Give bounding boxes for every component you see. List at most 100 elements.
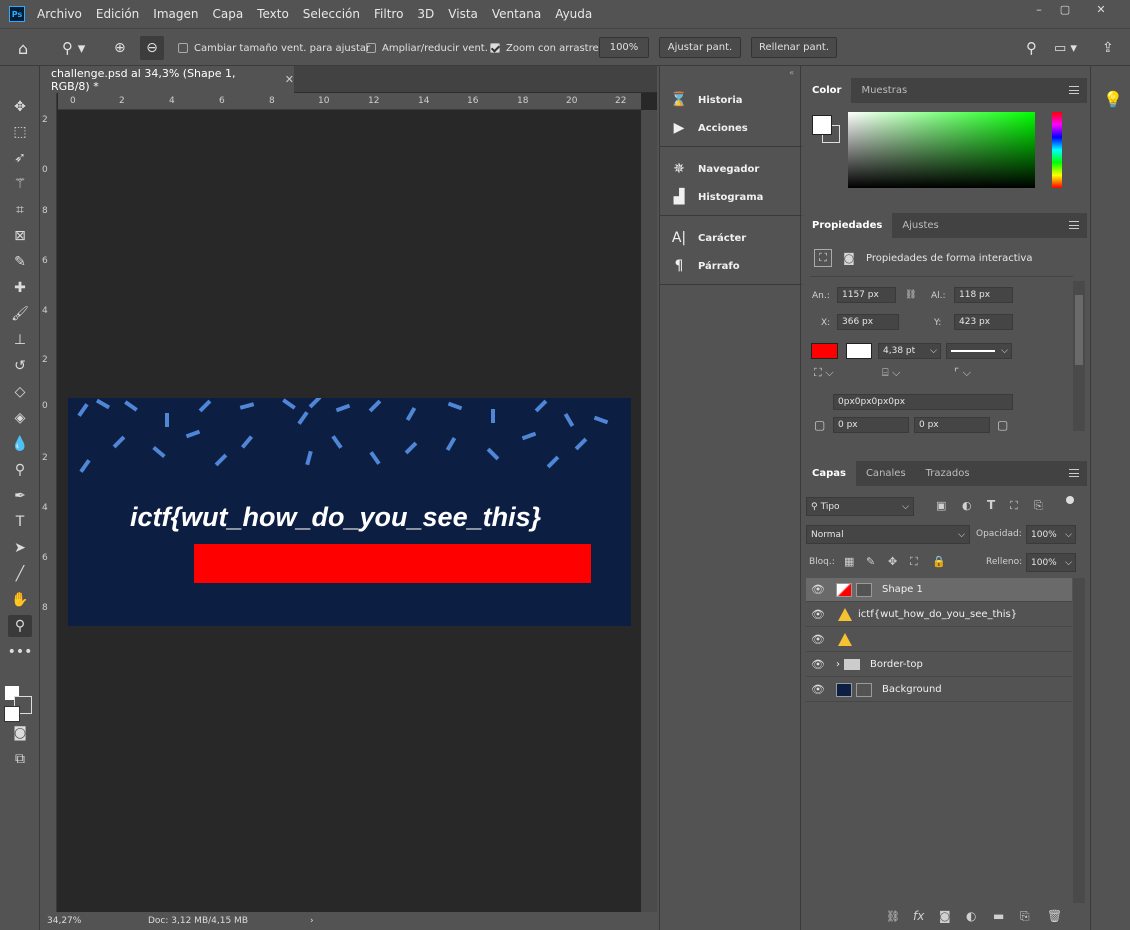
eraser-tool-icon[interactable]: ◇ — [8, 381, 32, 403]
zoom-100-button[interactable]: 100% — [599, 37, 649, 58]
lock-all-icon[interactable]: 🔒 — [932, 555, 946, 568]
zoom-in-icon[interactable]: ⊕ — [114, 29, 126, 67]
zoom-level[interactable]: 34,27% — [47, 916, 107, 926]
filter-toggle[interactable] — [1066, 496, 1074, 504]
layer-name[interactable]: Shape 1 — [882, 584, 923, 595]
y-field[interactable]: 423 px — [954, 314, 1013, 330]
tab-color[interactable]: Color — [802, 78, 852, 103]
paint-bucket-icon[interactable]: ◈ — [8, 407, 32, 429]
menu-edicion[interactable]: Edición — [96, 7, 139, 21]
stroke-type-dropdown[interactable]: ⌵ — [946, 343, 1012, 359]
shape-1-red-rectangle[interactable] — [194, 544, 591, 583]
zoom-tool-preset-icon[interactable]: ⚲ ▾ — [62, 29, 85, 67]
menu-3d[interactable]: 3D — [417, 7, 434, 21]
resize-windows-checkbox[interactable]: Cambiar tamaño vent. para ajustar — [178, 29, 370, 67]
new-layer-icon[interactable]: ⎘ — [1020, 909, 1030, 924]
line-tool-icon[interactable]: ╱ — [8, 563, 32, 585]
brush-tool-icon[interactable]: 🖌 — [8, 303, 32, 325]
tab-capas[interactable]: Capas — [802, 461, 856, 486]
filter-type-icon[interactable]: T — [987, 498, 995, 512]
tab-ajustes[interactable]: Ajustes — [892, 213, 948, 238]
layer-style-icon[interactable]: fx — [913, 909, 924, 923]
visibility-eye-icon[interactable]: 👁 — [806, 583, 830, 596]
canvas-image[interactable]: ictf{wut_how_do_you_see_this} — [68, 398, 631, 626]
fit-screen-button[interactable]: Ajustar pant. — [659, 37, 741, 58]
properties-scrollbar[interactable] — [1073, 281, 1085, 431]
lock-position-icon[interactable]: ✥ — [888, 555, 897, 568]
layer-row[interactable]: 👁 Shape 1 — [806, 578, 1072, 602]
screen-mode-icon[interactable]: ⧉ — [8, 748, 32, 770]
lock-transparent-icon[interactable]: ▦ — [844, 555, 854, 568]
layers-scrollbar[interactable] — [1073, 578, 1085, 903]
pen-tool-icon[interactable]: ✒ — [8, 485, 32, 507]
lock-artboard-icon[interactable]: ⛶ — [910, 555, 918, 569]
zoom-out-icon[interactable]: ⊖ — [140, 36, 164, 60]
status-menu-arrow-icon[interactable]: › — [310, 916, 314, 926]
fill-color-swatch[interactable] — [811, 343, 838, 359]
cap-type-dropdown[interactable]: ⌸ ⌵ — [882, 366, 900, 380]
panel-histograma[interactable]: ▟ Histograma — [670, 186, 764, 208]
visibility-eye-icon[interactable]: 👁 — [806, 658, 830, 671]
visibility-eye-icon[interactable]: 👁 — [806, 633, 830, 646]
layer-name[interactable]: Background — [882, 684, 942, 695]
tab-canales[interactable]: Canales — [856, 461, 916, 486]
panel-navegador[interactable]: ✵ Navegador — [670, 158, 759, 180]
menu-archivo[interactable]: Archivo — [37, 7, 82, 21]
visibility-eye-icon[interactable]: 👁 — [806, 608, 830, 621]
hue-slider[interactable] — [1052, 112, 1062, 188]
color-field[interactable] — [848, 112, 1035, 188]
dodge-tool-icon[interactable]: ⚲ — [8, 459, 32, 481]
panel-acciones[interactable]: ▶ Acciones — [670, 117, 748, 139]
layer-row[interactable]: 👁 ictf{wut_how_do_you_see_this} — [806, 603, 1072, 627]
layer-row[interactable]: 👁 Background — [806, 678, 1072, 702]
menu-capa[interactable]: Capa — [212, 7, 243, 21]
stroke-color-swatch[interactable] — [846, 343, 872, 359]
new-adjustment-icon[interactable]: ◐ — [966, 909, 976, 923]
expand-chevron-icon[interactable]: › — [836, 659, 840, 670]
home-icon[interactable]: ⌂ — [18, 29, 28, 67]
search-icon[interactable]: ⚲ — [1026, 29, 1037, 67]
lightbulb-icon[interactable]: 💡 — [1103, 90, 1123, 109]
visibility-eye-icon[interactable]: 👁 — [806, 683, 830, 696]
more-tools-icon[interactable]: ••• — [8, 641, 33, 663]
blur-tool-icon[interactable]: 💧 — [8, 433, 32, 455]
vertical-scrollbar[interactable] — [641, 110, 657, 912]
move-tool-icon[interactable]: ✥ — [8, 96, 32, 118]
join-type-dropdown[interactable]: ⌜ ⌵ — [954, 366, 971, 380]
type-tool-icon[interactable]: T — [8, 511, 32, 533]
delete-layer-icon[interactable]: 🗑 — [1047, 909, 1062, 923]
close-button[interactable]: ✕ — [1084, 0, 1118, 18]
workspace-icon[interactable]: ▭ ▾ — [1054, 29, 1077, 67]
opacity-field[interactable]: 100% ⌵ — [1026, 525, 1076, 544]
properties-panel-menu-icon[interactable] — [1069, 221, 1079, 229]
panel-historia[interactable]: ⌛ Historia — [670, 89, 742, 111]
link-layers-icon[interactable]: ⛓ — [886, 910, 900, 923]
eyedropper-icon[interactable]: ✎ — [8, 251, 32, 273]
fill-screen-button[interactable]: Rellenar pant. — [751, 37, 837, 58]
close-tab-icon[interactable]: ✕ — [285, 73, 294, 86]
magic-wand-icon[interactable]: ⚚ — [8, 173, 32, 195]
tab-propiedades[interactable]: Propiedades — [802, 213, 893, 238]
add-mask-icon[interactable]: ◙ — [939, 909, 951, 923]
blend-mode-dropdown[interactable]: Normal ⌵ — [806, 525, 970, 544]
collapse-icon[interactable]: « — [789, 68, 794, 77]
layer-row[interactable]: 👁 — [806, 628, 1072, 652]
menu-vista[interactable]: Vista — [448, 7, 478, 21]
new-group-icon[interactable]: ▬ — [993, 909, 1004, 923]
stroke-width-field[interactable]: 4,38 pt ⌵ — [878, 343, 941, 359]
align-stroke-dropdown[interactable]: ⛶ ⌵ — [814, 366, 834, 380]
corner-radius-tl-field[interactable]: 0 px — [833, 417, 909, 433]
layer-filter-dropdown[interactable]: ⚲ Tipo ⌵ — [806, 497, 914, 516]
menu-ayuda[interactable]: Ayuda — [555, 7, 592, 21]
crop-tool-icon[interactable]: ⌗ — [8, 199, 32, 221]
layer-row[interactable]: 👁 › Border-top — [806, 653, 1072, 677]
filter-shape-icon[interactable]: ⛶ — [1010, 499, 1018, 513]
mask-properties-icon[interactable]: ◙ — [840, 249, 858, 267]
tab-muestras[interactable]: Muestras — [851, 78, 917, 103]
layer-name[interactable]: ictf{wut_how_do_you_see_this} — [858, 609, 1017, 620]
filter-pixel-icon[interactable]: ▣ — [936, 499, 946, 512]
hand-tool-icon[interactable]: ✋ — [8, 589, 32, 611]
filter-adjustment-icon[interactable]: ◐ — [962, 499, 972, 512]
path-selection-icon[interactable]: ➤ — [8, 537, 32, 559]
menu-imagen[interactable]: Imagen — [153, 7, 198, 21]
